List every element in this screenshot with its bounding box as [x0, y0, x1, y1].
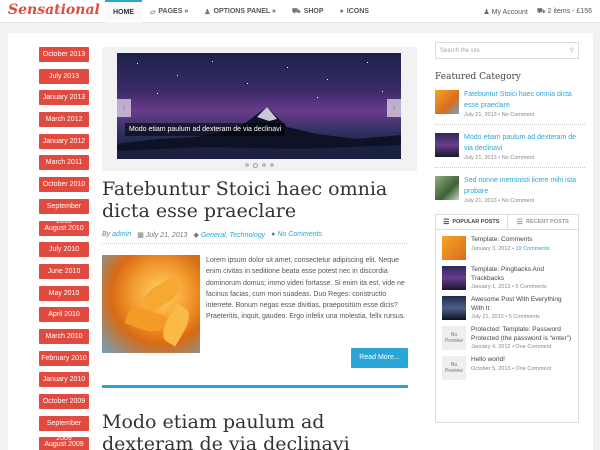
- post-thumbnail[interactable]: [442, 236, 466, 260]
- featured-item[interactable]: Fatebuntur Stoici haec omnia dicta esse …: [435, 90, 585, 118]
- sidebar: Search the site ⚲ Featured Category Fate…: [435, 42, 585, 423]
- content-wrapper: October 2013 July 2013 January 2013 Marc…: [8, 33, 593, 450]
- slider-prev-button[interactable]: ‹: [117, 99, 131, 117]
- archive-link[interactable]: October 2013: [39, 47, 89, 62]
- top-navbar: Sensational HOME ▱ PAGES » ♟ OPTIONS PANEL…: [0, 0, 600, 23]
- featured-thumbnail[interactable]: [435, 176, 459, 200]
- featured-item[interactable]: Sed nonne merninisti licere mihi ista pr…: [435, 176, 585, 204]
- archive-link[interactable]: July 2010: [39, 242, 89, 258]
- comment-icon: ●: [271, 231, 276, 238]
- image-slider: Modo etiam paulum ad dexteram de via dec…: [102, 47, 417, 171]
- post-title[interactable]: Modo etiam paulum ad dexteram de via dec…: [102, 411, 412, 450]
- cart-link[interactable]: ⛟ 2 items - £156: [537, 7, 592, 16]
- user-icon: ♟: [483, 8, 490, 16]
- post-thumbnail[interactable]: [102, 255, 200, 353]
- comments-link[interactable]: No Comments: [277, 231, 322, 238]
- archive-link[interactable]: April 2010: [39, 307, 89, 323]
- nav-home[interactable]: HOME: [105, 0, 142, 23]
- post-excerpt: Lorem ipsum dolor sit amet, consectetur …: [206, 257, 406, 321]
- post-meta: By admin ▦ July 21, 2013 ◆ General, Tech…: [102, 226, 407, 244]
- slider-dots: [102, 162, 417, 168]
- list-icon: ☰: [443, 219, 450, 226]
- nav-shop[interactable]: ⛟ SHOP: [284, 0, 332, 23]
- cart-icon: ⛟: [536, 8, 546, 15]
- archive-link[interactable]: January 2013: [39, 90, 89, 106]
- list-item[interactable]: Template: Pingbacks And Trackbacks Januar…: [436, 260, 578, 290]
- post-thumbnail[interactable]: [442, 296, 466, 320]
- tag-icon: ◆: [193, 231, 199, 239]
- cart-icon: ⛟: [291, 8, 301, 15]
- pages-icon: ▱: [150, 8, 156, 16]
- archive-link[interactable]: March 2010: [39, 328, 89, 344]
- archive-link[interactable]: March 2011: [39, 155, 89, 171]
- my-account-link[interactable]: ♟ My Account: [483, 8, 527, 16]
- account-links: ♟ My Account ⛟ 2 items - £156: [483, 0, 592, 23]
- chevron-right-icon: ›: [392, 102, 396, 113]
- slide-caption: Modo etiam paulum ad dexteram de via dec…: [125, 123, 286, 136]
- category-links[interactable]: General, Technology: [201, 232, 265, 239]
- no-preview-thumbnail[interactable]: No Preview: [442, 326, 466, 350]
- post-divider: [102, 385, 408, 388]
- list-item[interactable]: No Preview Protected: Template: Password…: [436, 320, 578, 350]
- featured-item[interactable]: Modo etiam paulum ad dexteram de via dec…: [435, 133, 585, 161]
- archive-link[interactable]: October 2009: [39, 394, 89, 409]
- archive-link[interactable]: March 2012: [39, 112, 89, 128]
- archive-link[interactable]: October 2010: [39, 177, 89, 193]
- search-input[interactable]: Search the site ⚲: [435, 42, 579, 59]
- archive-link[interactable]: July 2013: [39, 68, 89, 84]
- list-icon: ☰: [516, 219, 523, 226]
- slider-next-button[interactable]: ›: [387, 99, 401, 117]
- apple-icon: ●: [339, 8, 344, 15]
- tab-recent-posts[interactable]: ☰ RECENT POSTS: [508, 215, 579, 229]
- archive-link[interactable]: August 2009: [39, 437, 89, 450]
- no-preview-thumbnail[interactable]: No Preview: [442, 356, 466, 380]
- nav-icons[interactable]: ● ICONS: [332, 0, 377, 23]
- archive-link[interactable]: September 2010: [39, 198, 89, 225]
- list-item[interactable]: Template: Comments January 3, 2012 • 19 C…: [436, 230, 578, 260]
- search-icon[interactable]: ⚲: [570, 47, 574, 54]
- slider-dot-active[interactable]: [253, 162, 258, 168]
- list-item[interactable]: No Preview Hello world! October 5, 2013 •…: [436, 350, 578, 380]
- main-nav: HOME ▱ PAGES » ♟ OPTIONS PANEL » ⛟ SHOP ● IC…: [105, 0, 377, 23]
- archive-link[interactable]: August 2010: [39, 220, 89, 236]
- posts-tabs: ☰ POPULAR POSTS ☰ RECENT POSTS Template: C…: [435, 214, 579, 423]
- archive-link[interactable]: February 2010: [39, 350, 89, 366]
- post-title[interactable]: Fatebuntur Stoici haec omnia dicta esse …: [102, 178, 412, 222]
- archive-link[interactable]: September 2009: [39, 415, 89, 442]
- list-item[interactable]: Awesome Post With Everything With It July…: [436, 290, 578, 320]
- archive-link[interactable]: June 2010: [39, 263, 89, 279]
- archive-list: October 2013 July 2013 January 2013 Marc…: [39, 47, 94, 450]
- archive-link[interactable]: January 2010: [39, 372, 89, 388]
- nav-pages[interactable]: ▱ PAGES »: [142, 0, 196, 23]
- slider-dot[interactable]: [270, 163, 274, 167]
- slider-dot[interactable]: [245, 163, 249, 167]
- site-logo[interactable]: Sensational: [8, 2, 100, 18]
- chevron-left-icon: ‹: [122, 102, 126, 113]
- archive-link[interactable]: January 2012: [39, 133, 89, 149]
- slide-image[interactable]: Modo etiam paulum ad dexteram de via dec…: [117, 53, 401, 159]
- calendar-icon: ▦: [137, 231, 144, 239]
- slider-dot[interactable]: [262, 163, 266, 167]
- author-link[interactable]: admin: [112, 231, 131, 238]
- nav-options-panel[interactable]: ♟ OPTIONS PANEL »: [196, 0, 284, 23]
- archive-link[interactable]: May 2010: [39, 285, 89, 301]
- featured-category-title: Featured Category: [435, 72, 521, 82]
- featured-thumbnail[interactable]: [435, 90, 459, 114]
- post-thumbnail[interactable]: [442, 266, 466, 290]
- tab-popular-posts[interactable]: ☰ POPULAR POSTS: [436, 215, 508, 229]
- read-more-button[interactable]: Read More...: [351, 348, 408, 368]
- user-icon: ♟: [204, 8, 211, 16]
- featured-thumbnail[interactable]: [435, 133, 459, 157]
